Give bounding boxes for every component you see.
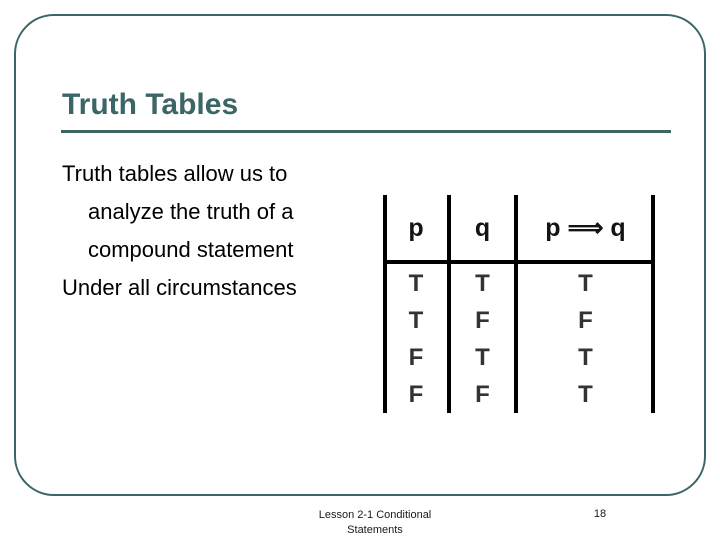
cell-p-1: T	[408, 270, 424, 297]
cell-implication-2: F	[578, 307, 593, 334]
cell-p-3: F	[408, 344, 424, 371]
truth-table-rule-q-implication	[514, 195, 518, 413]
truth-table-column-implication: T F T T	[516, 262, 655, 413]
truth-table-header-separator	[383, 260, 655, 264]
cell-q-1: T	[475, 270, 490, 297]
truth-table-rule-right	[651, 195, 655, 413]
body-text-block: Truth tables allow us to analyze the tru…	[62, 155, 362, 307]
title-underline-rule	[61, 130, 671, 133]
header-implication-right: q	[610, 214, 626, 242]
truth-table-header-implication: p ⟹ q	[516, 195, 655, 262]
truth-table-column-p: T T F F	[383, 262, 449, 413]
truth-table-grid: p q p ⟹ q T T F F T F T F T F T T	[383, 195, 655, 413]
truth-table-column-q: T F T F	[449, 262, 516, 413]
cell-implication-3: T	[578, 344, 593, 371]
cell-q-2: F	[475, 307, 490, 334]
footer-line-1: Lesson 2-1 Conditional	[318, 509, 432, 521]
body-paragraph-2: Under all circumstances	[62, 275, 297, 300]
truth-table-header-q: q	[449, 195, 516, 262]
body-paragraph-1: Truth tables allow us to analyze the tru…	[62, 161, 294, 262]
footer-line-2: Statements	[347, 524, 403, 536]
header-p-label: p	[408, 214, 424, 242]
cell-implication-1: T	[578, 270, 593, 297]
header-implication-left: p	[545, 214, 561, 242]
truth-table-figure: p q p ⟹ q T T F F T F T F T F T T	[383, 195, 655, 413]
footer-text: Lesson 2-1 Conditional Statements	[255, 508, 495, 538]
page-number: 18	[593, 508, 607, 520]
cell-q-3: T	[475, 344, 490, 371]
page-title: Truth Tables	[62, 88, 239, 121]
cell-p-4: F	[408, 381, 424, 408]
truth-table-rule-left	[383, 195, 387, 413]
implies-arrow-icon: ⟹	[567, 214, 604, 242]
cell-q-4: F	[475, 381, 490, 408]
cell-p-2: T	[408, 307, 424, 334]
truth-table-header-p: p	[383, 195, 449, 262]
header-q-label: q	[474, 214, 491, 242]
truth-table-rule-p-q	[447, 195, 451, 413]
cell-implication-4: T	[578, 381, 593, 408]
